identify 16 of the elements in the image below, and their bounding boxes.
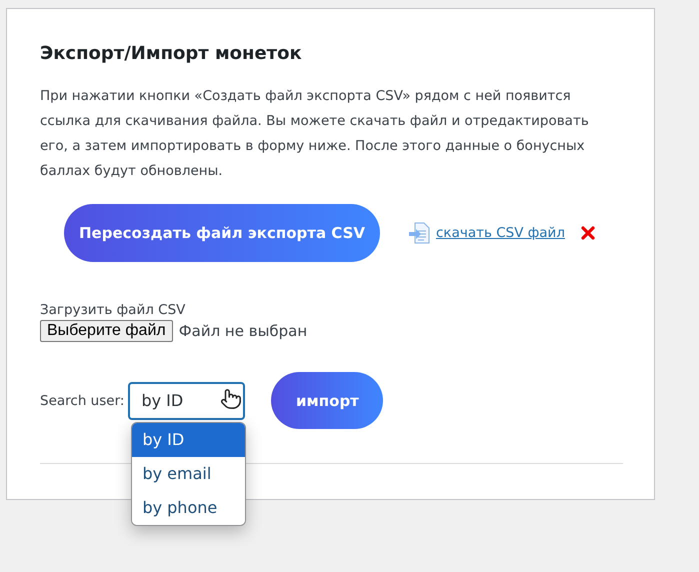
file-status: Файл не выбран [178, 322, 308, 340]
section-title: Экспорт/Импорт монеток [40, 43, 303, 64]
download-link[interactable]: скачать CSV файл [436, 225, 565, 241]
hand-cursor-icon [220, 388, 242, 410]
dropdown-option[interactable]: by email [132, 456, 246, 490]
search-label: Search user: [40, 392, 124, 408]
dropdown-option[interactable]: by phone [132, 490, 246, 524]
export-button[interactable]: Пересоздать файл экспорта CSV [64, 204, 380, 262]
search-select[interactable]: by ID [128, 382, 246, 420]
description-text: При нажатии кнопки «Создать файл экспорта CSV» рядом с ней появится ссылка для скачивания файла. Вы можете скачать файл и отредактировать его, а затем импортировать в форму ниже. После этого данные о бонусных баллах будут обновлены. [40, 87, 590, 181]
file-icon [408, 221, 432, 245]
choose-file-button[interactable]: Выберите файл [40, 320, 173, 342]
upload-label: Загрузить файл CSV [40, 302, 186, 318]
delete-icon[interactable] [580, 226, 595, 240]
import-button[interactable]: импорт [271, 372, 384, 429]
dropdown-option[interactable]: by ID [132, 422, 246, 456]
